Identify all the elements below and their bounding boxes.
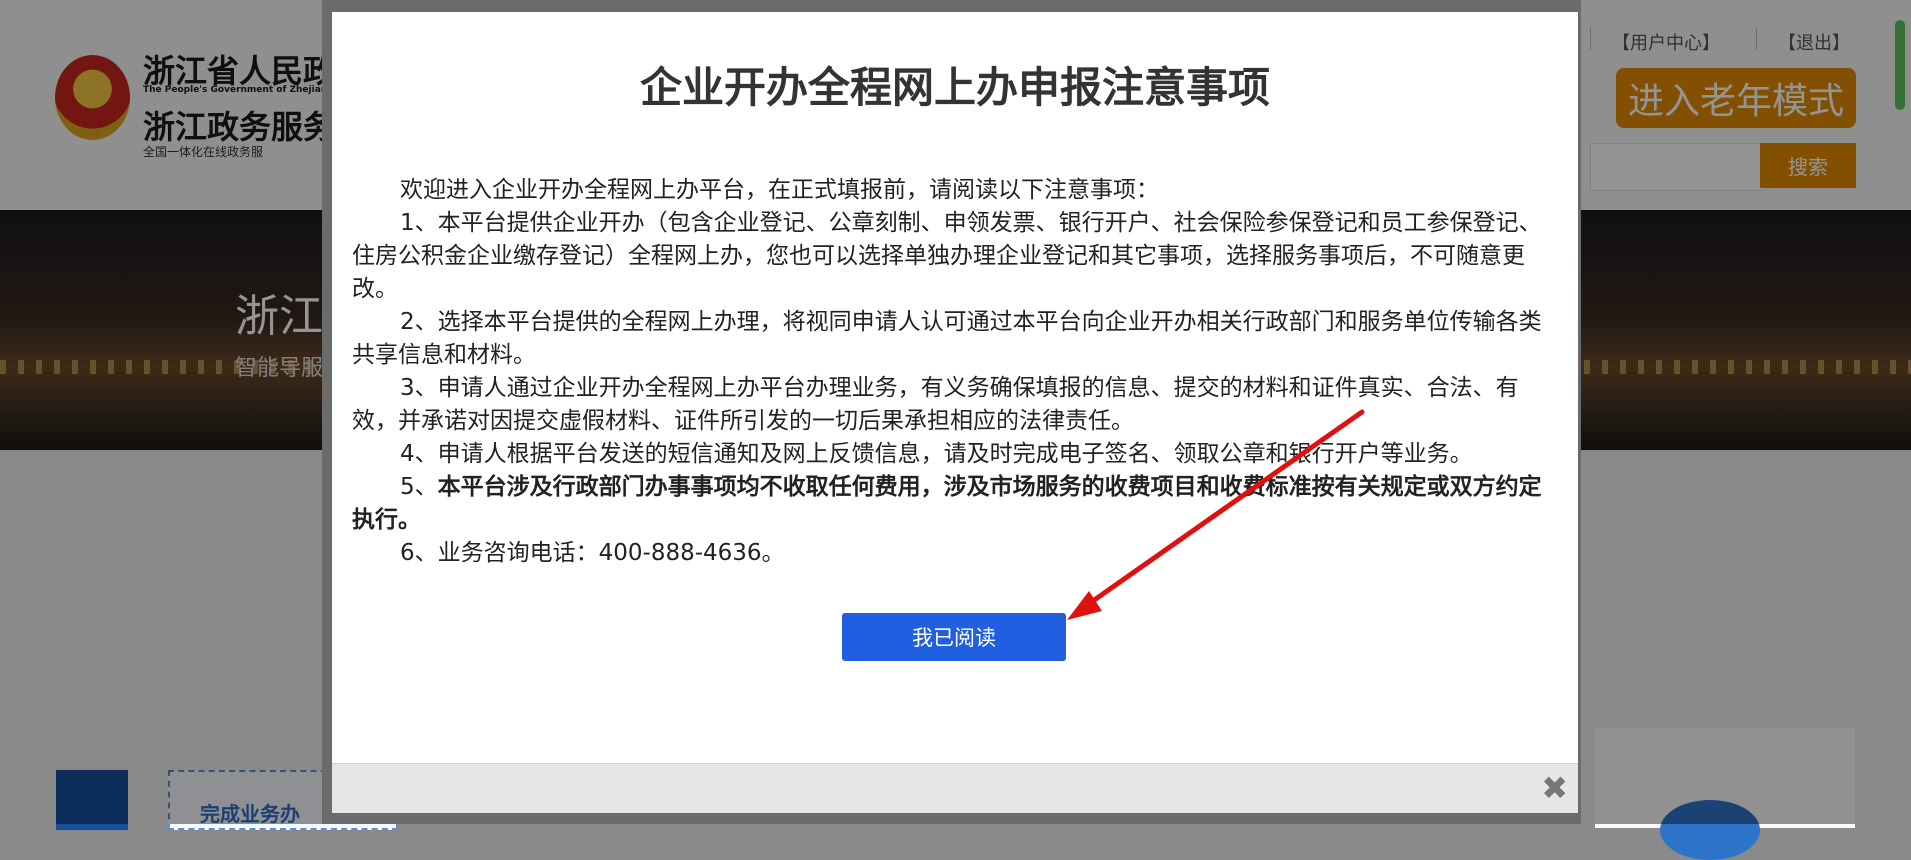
annotation-arrow-icon <box>1067 409 1365 620</box>
